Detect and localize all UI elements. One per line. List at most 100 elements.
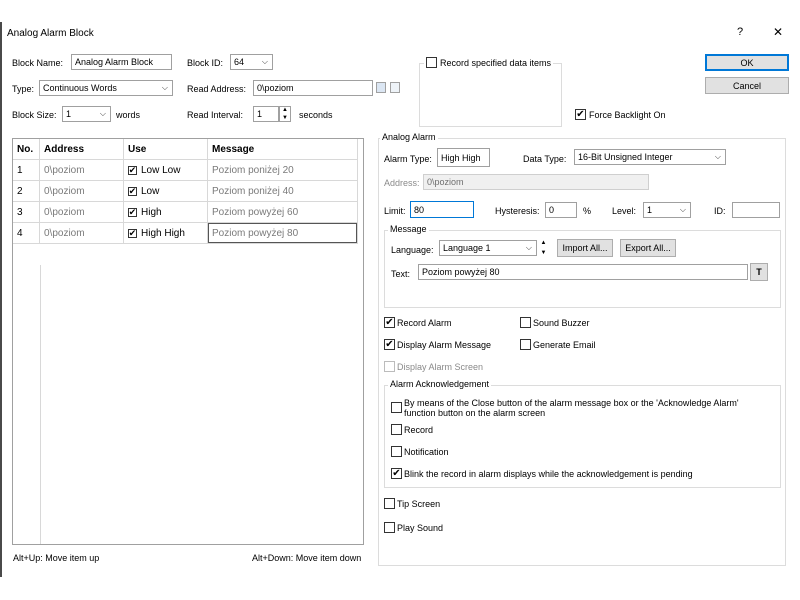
row-address[interactable]: 0\poziom: [40, 223, 124, 244]
block-id-value: 64: [234, 57, 245, 67]
row-use[interactable]: ✔ Low: [124, 181, 208, 202]
row-message[interactable]: Poziom poniżej 20: [208, 160, 358, 181]
close-icon[interactable]: ✕: [773, 25, 783, 39]
ack-notification-checkbox[interactable]: [391, 446, 402, 457]
export-all-button[interactable]: Export All...: [620, 239, 676, 257]
alarm-type-field[interactable]: High High: [437, 148, 490, 167]
ack-close-label-line2: function button on the alarm screen: [404, 408, 546, 418]
language-spinner[interactable]: ▲ ▼: [539, 240, 548, 256]
row-use-label: Low: [141, 185, 160, 197]
row-number[interactable]: 4: [13, 223, 40, 244]
generate-email-checkbox[interactable]: [520, 339, 531, 350]
table-row[interactable]: 3 0\poziom ✔ High Poziom powyżej 60: [13, 202, 363, 223]
row-use[interactable]: ✔ High High: [124, 223, 208, 244]
row-address[interactable]: 0\poziom: [40, 181, 124, 202]
read-address-label: Read Address:: [187, 84, 247, 94]
record-items-group: [419, 63, 562, 127]
row-message[interactable]: Poziom powyżej 60: [208, 202, 358, 223]
read-interval-spinner[interactable]: ▲ ▼: [279, 106, 291, 122]
window-title: Analog Alarm Block: [7, 28, 94, 39]
sound-buzzer-checkbox[interactable]: [520, 317, 531, 328]
hysteresis-field[interactable]: 0: [545, 202, 577, 218]
data-type-select[interactable]: 16-Bit Unsigned Integer ⌵: [574, 149, 726, 165]
ack-close-label-line1: By means of the Close button of the alar…: [404, 398, 739, 408]
force-backlight-checkbox[interactable]: ✔: [575, 109, 586, 120]
alarm-table[interactable]: No. Address Use Message 1 0\poziom ✔ Low Lo…: [12, 138, 364, 545]
row-address[interactable]: 0\poziom: [40, 202, 124, 223]
ack-close-checkbox[interactable]: [391, 402, 402, 413]
ack-record-checkbox[interactable]: [391, 424, 402, 435]
row-use-label: High: [141, 206, 162, 218]
row-number[interactable]: 3: [13, 202, 40, 223]
block-size-label: Block Size:: [12, 110, 57, 120]
row-number[interactable]: 1: [13, 160, 40, 181]
spin-down-icon[interactable]: ▼: [541, 250, 547, 256]
level-select[interactable]: 1 ⌵: [643, 202, 691, 218]
message-text-field[interactable]: Poziom powyżej 80: [418, 264, 748, 280]
move-up-hint: Alt+Up: Move item up: [13, 553, 100, 563]
row-message[interactable]: Poziom poniżej 40: [208, 181, 358, 202]
hysteresis-label: Hysteresis:: [495, 206, 540, 216]
limit-field[interactable]: 80: [410, 201, 474, 218]
record-alarm-checkbox[interactable]: ✔: [384, 317, 395, 328]
header-no: No.: [13, 139, 40, 160]
row-message[interactable]: Poziom powyżej 80: [208, 223, 358, 244]
play-sound-checkbox[interactable]: [384, 522, 395, 533]
record-items-checkbox[interactable]: [426, 57, 437, 68]
table-row[interactable]: 1 0\poziom ✔ Low Low Poziom poniżej 20: [13, 160, 363, 181]
table-row[interactable]: 4 0\poziom ✔ High High Poziom powyżej 80: [13, 223, 363, 244]
force-backlight-label: Force Backlight On: [589, 110, 666, 120]
display-alarm-screen-checkbox: [384, 361, 395, 372]
address-settings-icon[interactable]: [390, 82, 400, 93]
hysteresis-unit: %: [583, 206, 592, 216]
read-address-field[interactable]: 0\poziom: [253, 80, 373, 96]
record-alarm-label: Record Alarm: [397, 318, 452, 328]
header-message: Message: [208, 139, 358, 160]
block-size-select[interactable]: 1 ⌵: [62, 106, 111, 122]
language-select[interactable]: Language 1 ⌵: [439, 240, 537, 256]
header-address: Address: [40, 139, 124, 160]
chevron-down-icon: ⌵: [679, 205, 686, 214]
move-down-hint: Alt+Down: Move item down: [252, 553, 362, 563]
cancel-button[interactable]: Cancel: [705, 77, 789, 94]
ack-blink-checkbox[interactable]: ✔: [391, 468, 402, 479]
address-picker-icon[interactable]: [376, 82, 386, 93]
text-format-button[interactable]: T: [750, 263, 768, 281]
spin-down-icon[interactable]: ▼: [282, 115, 288, 121]
read-interval-field[interactable]: 1: [253, 106, 279, 122]
row-use[interactable]: ✔ Low Low: [124, 160, 208, 181]
row-use[interactable]: ✔ High: [124, 202, 208, 223]
type-select[interactable]: Continuous Words ⌵: [39, 80, 173, 96]
id-field[interactable]: [732, 202, 780, 218]
display-alarm-message-checkbox[interactable]: ✔: [384, 339, 395, 350]
import-all-button[interactable]: Import All...: [557, 239, 613, 257]
row-use-checkbox[interactable]: ✔: [128, 228, 137, 238]
help-icon[interactable]: ?: [737, 26, 743, 38]
chevron-down-icon: ⌵: [525, 243, 532, 252]
row-address[interactable]: 0\poziom: [40, 160, 124, 181]
spin-up-icon[interactable]: ▲: [282, 107, 288, 113]
block-id-label: Block ID:: [187, 58, 224, 68]
record-items-label: Record specified data items: [440, 57, 552, 68]
chevron-down-icon: ⌵: [99, 109, 106, 118]
ok-button[interactable]: OK: [705, 54, 789, 71]
row-use-checkbox[interactable]: ✔: [128, 165, 137, 175]
record-items-title: Record specified data items: [424, 57, 554, 68]
spin-up-icon[interactable]: ▲: [541, 240, 547, 246]
chevron-down-icon: ⌵: [261, 57, 268, 66]
display-alarm-screen-label: Display Alarm Screen: [397, 362, 484, 372]
chevron-down-icon: ⌵: [161, 83, 168, 92]
sound-buzzer-label: Sound Buzzer: [533, 318, 590, 328]
tip-screen-checkbox[interactable]: [384, 498, 395, 509]
block-name-field[interactable]: Analog Alarm Block: [71, 54, 172, 70]
message-group-title: Message: [388, 224, 429, 234]
table-row[interactable]: 2 0\poziom ✔ Low Poziom poniżej 40: [13, 181, 363, 202]
address-label: Address:: [384, 178, 420, 188]
row-use-checkbox[interactable]: ✔: [128, 207, 137, 217]
row-number[interactable]: 2: [13, 181, 40, 202]
row-use-checkbox[interactable]: ✔: [128, 186, 137, 196]
level-value: 1: [647, 205, 653, 215]
block-id-select[interactable]: 64 ⌵: [230, 54, 273, 70]
level-label: Level:: [612, 206, 637, 216]
tip-screen-label: Tip Screen: [397, 499, 441, 509]
